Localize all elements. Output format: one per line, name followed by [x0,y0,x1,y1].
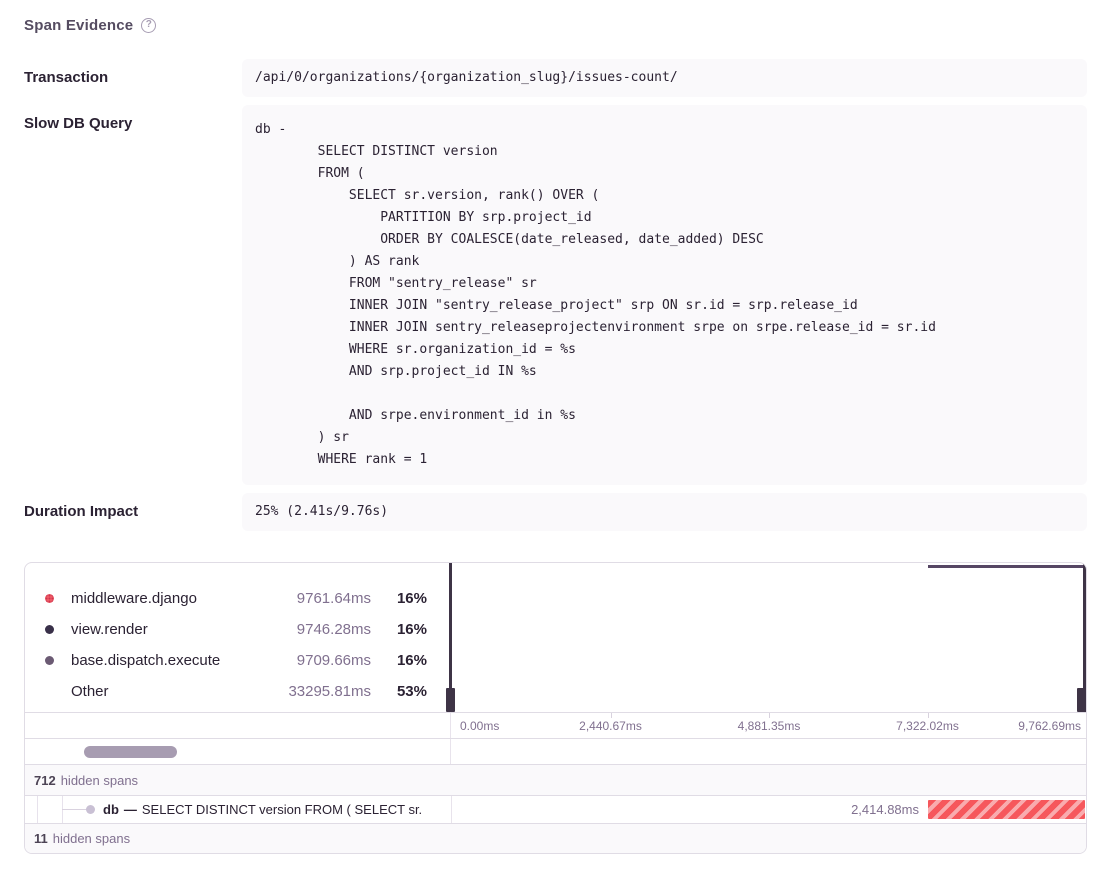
page-title: Span Evidence [24,17,133,34]
duration-impact-label: Duration Impact [24,493,242,520]
slow-db-query-label: Slow DB Query [24,105,242,132]
axis-tick-label: 4,881.35ms [738,719,801,733]
legend-dot-gray-icon [45,656,54,665]
span-ops-legend: middleware.django 9761.64ms 16% view.ren… [25,563,451,712]
tree-connector [62,809,87,810]
scrollbar-track[interactable] [25,739,451,764]
legend-label: base.dispatch.execute [71,652,261,669]
legend-row: base.dispatch.execute 9709.66ms 16% [45,645,427,676]
hidden-spans-label: hidden spans [61,773,138,788]
span-duration-bar [928,800,1085,819]
axis-left-cell [25,713,451,738]
axis-tick-label: 2,440.67ms [579,719,642,733]
span-description: SELECT DISTINCT version FROM ( SELECT sr… [142,802,422,817]
span-duration: 2,414.88ms [851,796,919,823]
hidden-spans-count: 712 [34,773,56,788]
axis-tick-label: 0.00ms [460,719,499,733]
axis-tick-mark [769,713,770,718]
span-op: db [103,802,119,817]
axis-tick-mark [928,713,929,718]
legend-row: view.render 9746.28ms 16% [45,614,427,645]
legend-dot-none [45,687,54,696]
slow-db-query-row: Slow DB Query db - SELECT DISTINCT versi… [24,105,1087,485]
span-tree-panel: middleware.django 9761.64ms 16% view.ren… [24,562,1087,854]
hidden-spans-count: 11 [34,831,48,846]
hidden-spans-row-top[interactable]: 712 hidden spans [25,765,1086,796]
duration-impact-value: 25% (2.41s/9.76s) [242,493,1087,531]
transaction-row: Transaction /api/0/organizations/{organi… [24,59,1087,97]
legend-duration: 9709.66ms [261,652,371,669]
axis-tick-label: 7,322.02ms [896,719,959,733]
legend-duration: 9746.28ms [261,621,371,638]
hidden-spans-row-bottom[interactable]: 11 hidden spans [25,824,1086,853]
time-axis-row: 0.00ms 2,440.67ms 4,881.35ms 7,322.02ms … [25,713,1086,739]
time-axis: 0.00ms 2,440.67ms 4,881.35ms 7,322.02ms … [452,713,1086,738]
legend-duration: 9761.64ms [261,590,371,607]
legend-row: middleware.django 9761.64ms 16% [45,583,427,614]
legend-percent: 16% [371,652,427,669]
transaction-value: /api/0/organizations/{organization_slug}… [242,59,1087,97]
span-evidence-section: Span Evidence ? Transaction /api/0/organ… [0,0,1111,531]
horizontal-scrollbar-row [25,739,1086,765]
scrollbar-thumb[interactable] [84,746,177,758]
legend-row: Other 33295.81ms 53% [45,676,427,707]
tree-dot-icon [86,805,95,814]
tree-guide [37,796,38,823]
legend-percent: 16% [371,590,427,607]
axis-tick-mark [611,713,612,718]
hidden-spans-label: hidden spans [53,831,130,846]
sql-query-text: db - SELECT DISTINCT version FROM ( SELE… [255,119,1074,471]
span-description-cell: db — SELECT DISTINCT version FROM ( SELE… [103,796,450,823]
legend-label: Other [71,683,261,700]
viewport-handle-right[interactable] [1077,688,1086,712]
transaction-label: Transaction [24,59,242,86]
legend-duration: 33295.81ms [261,683,371,700]
minimap-span-line [928,565,1085,568]
legend-percent: 53% [371,683,427,700]
legend-dot-red-icon [45,594,54,603]
sql-query-value: db - SELECT DISTINCT version FROM ( SELE… [242,105,1087,485]
help-icon[interactable]: ? [141,18,156,33]
span-row[interactable]: db — SELECT DISTINCT version FROM ( SELE… [25,796,1086,824]
duration-impact-row: Duration Impact 25% (2.41s/9.76s) [24,493,1087,531]
minimap-row: middleware.django 9761.64ms 16% view.ren… [25,563,1086,713]
legend-percent: 16% [371,621,427,638]
legend-label: view.render [71,621,261,638]
legend-dot-dark-icon [45,625,54,634]
viewport-handle-left[interactable] [446,688,455,712]
legend-label: middleware.django [71,590,261,607]
section-header: Span Evidence ? [24,15,1087,35]
axis-tick-label: 9,762.69ms [1018,719,1081,733]
column-divider [451,796,452,823]
span-op-separator: — [124,802,137,817]
